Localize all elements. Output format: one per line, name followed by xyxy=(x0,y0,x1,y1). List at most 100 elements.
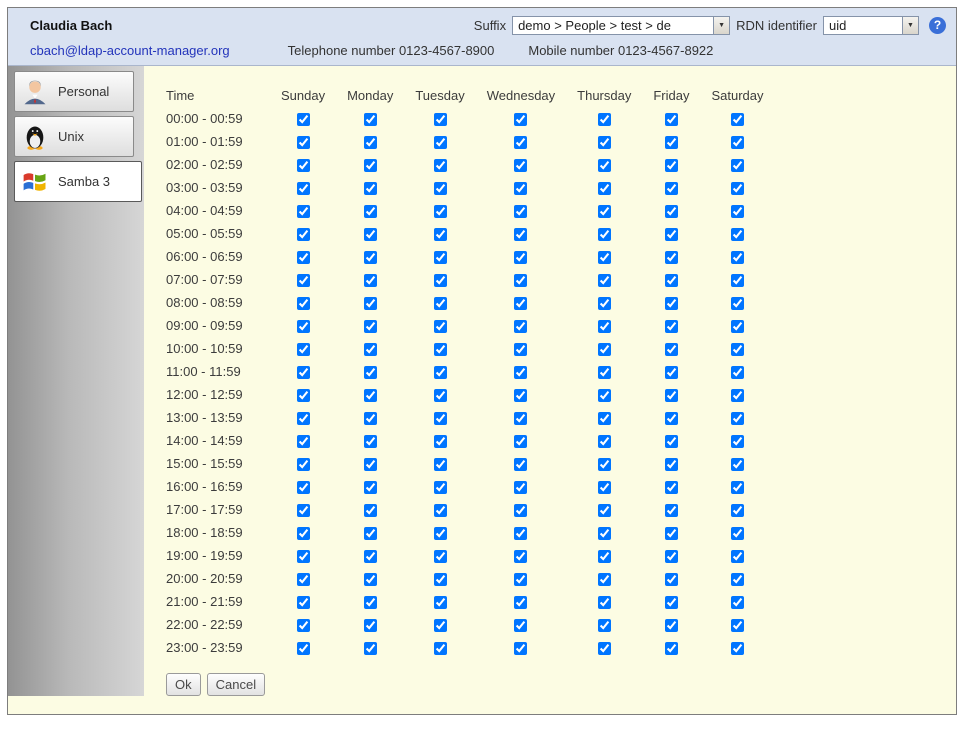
hour-checkbox[interactable] xyxy=(364,412,377,425)
hour-checkbox[interactable] xyxy=(598,504,611,517)
hour-checkbox[interactable] xyxy=(364,366,377,379)
hour-checkbox[interactable] xyxy=(731,113,744,126)
hour-checkbox[interactable] xyxy=(514,481,527,494)
hour-checkbox[interactable] xyxy=(731,435,744,448)
hour-checkbox[interactable] xyxy=(434,596,447,609)
hour-checkbox[interactable] xyxy=(364,389,377,402)
hour-checkbox[interactable] xyxy=(598,412,611,425)
hour-checkbox[interactable] xyxy=(598,481,611,494)
hour-checkbox[interactable] xyxy=(514,550,527,563)
hour-checkbox[interactable] xyxy=(434,251,447,264)
hour-checkbox[interactable] xyxy=(514,228,527,241)
hour-checkbox[interactable] xyxy=(364,573,377,586)
hour-checkbox[interactable] xyxy=(434,320,447,333)
hour-checkbox[interactable] xyxy=(731,389,744,402)
hour-checkbox[interactable] xyxy=(514,297,527,310)
hour-checkbox[interactable] xyxy=(297,251,310,264)
hour-checkbox[interactable] xyxy=(598,389,611,402)
hour-checkbox[interactable] xyxy=(665,573,678,586)
hour-checkbox[interactable] xyxy=(665,481,678,494)
hour-checkbox[interactable] xyxy=(665,366,678,379)
hour-checkbox[interactable] xyxy=(297,297,310,310)
hour-checkbox[interactable] xyxy=(364,228,377,241)
hour-checkbox[interactable] xyxy=(364,297,377,310)
hour-checkbox[interactable] xyxy=(665,504,678,517)
hour-checkbox[interactable] xyxy=(364,458,377,471)
hour-checkbox[interactable] xyxy=(731,274,744,287)
hour-checkbox[interactable] xyxy=(297,136,310,149)
hour-checkbox[interactable] xyxy=(434,481,447,494)
hour-checkbox[interactable] xyxy=(364,113,377,126)
hour-checkbox[interactable] xyxy=(514,573,527,586)
hour-checkbox[interactable] xyxy=(434,228,447,241)
hour-checkbox[interactable] xyxy=(434,550,447,563)
hour-checkbox[interactable] xyxy=(665,412,678,425)
hour-checkbox[interactable] xyxy=(297,412,310,425)
hour-checkbox[interactable] xyxy=(665,458,678,471)
hour-checkbox[interactable] xyxy=(297,435,310,448)
hour-checkbox[interactable] xyxy=(364,136,377,149)
hour-checkbox[interactable] xyxy=(731,527,744,540)
hour-checkbox[interactable] xyxy=(514,366,527,379)
hour-checkbox[interactable] xyxy=(364,596,377,609)
hour-checkbox[interactable] xyxy=(598,251,611,264)
hour-checkbox[interactable] xyxy=(665,182,678,195)
hour-checkbox[interactable] xyxy=(364,159,377,172)
hour-checkbox[interactable] xyxy=(434,205,447,218)
hour-checkbox[interactable] xyxy=(434,113,447,126)
hour-checkbox[interactable] xyxy=(665,274,678,287)
hour-checkbox[interactable] xyxy=(297,320,310,333)
hour-checkbox[interactable] xyxy=(297,504,310,517)
hour-checkbox[interactable] xyxy=(297,573,310,586)
cancel-button[interactable]: Cancel xyxy=(207,673,265,696)
hour-checkbox[interactable] xyxy=(297,205,310,218)
hour-checkbox[interactable] xyxy=(297,113,310,126)
hour-checkbox[interactable] xyxy=(665,297,678,310)
hour-checkbox[interactable] xyxy=(731,550,744,563)
hour-checkbox[interactable] xyxy=(434,504,447,517)
hour-checkbox[interactable] xyxy=(364,182,377,195)
tab-samba3[interactable]: Samba 3 xyxy=(14,161,142,202)
hour-checkbox[interactable] xyxy=(731,642,744,655)
hour-checkbox[interactable] xyxy=(598,527,611,540)
hour-checkbox[interactable] xyxy=(598,619,611,632)
tab-unix[interactable]: Unix xyxy=(14,116,134,157)
hour-checkbox[interactable] xyxy=(297,619,310,632)
hour-checkbox[interactable] xyxy=(514,504,527,517)
hour-checkbox[interactable] xyxy=(598,113,611,126)
hour-checkbox[interactable] xyxy=(297,596,310,609)
hour-checkbox[interactable] xyxy=(434,366,447,379)
hour-checkbox[interactable] xyxy=(297,366,310,379)
hour-checkbox[interactable] xyxy=(731,182,744,195)
hour-checkbox[interactable] xyxy=(514,527,527,540)
hour-checkbox[interactable] xyxy=(598,642,611,655)
hour-checkbox[interactable] xyxy=(731,481,744,494)
hour-checkbox[interactable] xyxy=(364,550,377,563)
hour-checkbox[interactable] xyxy=(297,550,310,563)
hour-checkbox[interactable] xyxy=(514,159,527,172)
hour-checkbox[interactable] xyxy=(598,550,611,563)
hour-checkbox[interactable] xyxy=(364,320,377,333)
hour-checkbox[interactable] xyxy=(665,228,678,241)
hour-checkbox[interactable] xyxy=(364,527,377,540)
hour-checkbox[interactable] xyxy=(434,458,447,471)
hour-checkbox[interactable] xyxy=(434,412,447,425)
hour-checkbox[interactable] xyxy=(598,297,611,310)
hour-checkbox[interactable] xyxy=(364,619,377,632)
hour-checkbox[interactable] xyxy=(598,274,611,287)
hour-checkbox[interactable] xyxy=(434,527,447,540)
hour-checkbox[interactable] xyxy=(434,159,447,172)
help-icon[interactable]: ? xyxy=(929,17,946,34)
hour-checkbox[interactable] xyxy=(514,642,527,655)
hour-checkbox[interactable] xyxy=(731,320,744,333)
hour-checkbox[interactable] xyxy=(731,205,744,218)
hour-checkbox[interactable] xyxy=(598,366,611,379)
hour-checkbox[interactable] xyxy=(665,389,678,402)
hour-checkbox[interactable] xyxy=(514,274,527,287)
hour-checkbox[interactable] xyxy=(731,136,744,149)
hour-checkbox[interactable] xyxy=(665,113,678,126)
hour-checkbox[interactable] xyxy=(665,205,678,218)
hour-checkbox[interactable] xyxy=(297,481,310,494)
suffix-select[interactable]: demo > People > test > de ▼ xyxy=(512,16,730,35)
hour-checkbox[interactable] xyxy=(598,320,611,333)
